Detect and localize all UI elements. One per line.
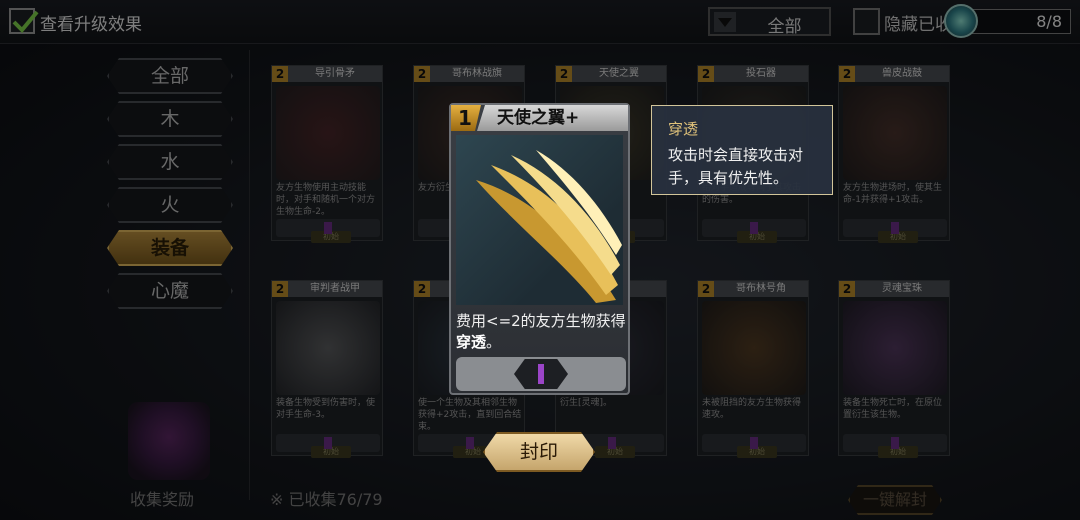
card-name: 天使之翼 — [572, 66, 666, 82]
card-name: 哥布林号角 — [714, 281, 808, 297]
card-footer: 初始 — [702, 219, 806, 243]
card-0[interactable]: 2 导引骨矛 友方生物使用主动技能时，对手和随机一个对方生物生命-2。 初始 — [271, 65, 383, 243]
card-9[interactable]: 2 灵魂宝珠 装备生物死亡时，在原位置衍生该生物。 初始 — [838, 280, 950, 458]
category-equipment[interactable]: 装备 — [107, 230, 233, 266]
hide-collected-checkbox[interactable] — [853, 8, 880, 35]
card-tag: 初始 — [595, 446, 635, 458]
card-5[interactable]: 2 审判者战甲 装备生物受到伤害时，使对手生命-3。 初始 — [271, 280, 383, 458]
card-footer: 初始 — [702, 434, 806, 458]
card-cost: 2 — [839, 281, 855, 297]
card-desc: 使一个生物及其相邻生物获得+2攻击，直到回合结束。 — [418, 398, 522, 432]
card-tag: 初始 — [878, 446, 918, 458]
show-upgrade-checkbox[interactable] — [9, 8, 39, 34]
keyword-penetrate[interactable]: 穿透 — [456, 333, 486, 351]
filter-value: 全部 — [767, 17, 802, 37]
card-desc: 未被阻挡的友方生物获得速攻。 — [702, 398, 802, 420]
card-cost: 2 — [698, 281, 714, 297]
card-cost: 2 — [839, 66, 855, 82]
drum-art — [843, 86, 947, 180]
focused-card-desc: 费用<=2的友方生物获得穿透。 — [456, 311, 626, 353]
card-name: 哥布林战旗 — [430, 66, 524, 82]
category-wood[interactable]: 木 — [107, 101, 233, 137]
card-cost: 2 — [414, 281, 430, 297]
card-name: 导引骨矛 — [288, 66, 382, 82]
card-desc: 装备生物死亡时，在原位置衍生该生物。 — [843, 398, 943, 420]
card-desc: 装备生物受到伤害时，使对手生命-3。 — [276, 398, 376, 420]
category-all[interactable]: 全部 — [107, 58, 233, 94]
gem-icon — [944, 4, 978, 38]
desc-end: 。 — [486, 333, 502, 351]
card-8[interactable]: 2 哥布林号角 未被阻挡的友方生物获得速攻。 初始 — [697, 280, 809, 458]
focused-card-cost-badge: 1 — [451, 105, 481, 131]
card-cost: 2 — [698, 66, 714, 82]
horn-art — [702, 301, 806, 395]
focused-card-footer — [456, 357, 626, 391]
category-fire[interactable]: 火 — [107, 187, 233, 223]
card-name: 审判者战甲 — [288, 281, 382, 297]
focused-card-cost: 1 — [458, 106, 472, 130]
card-footer: 初始 — [276, 434, 380, 458]
card-tag: 初始 — [878, 231, 918, 243]
card-cost: 2 — [414, 66, 430, 82]
card-name: 投石器 — [714, 66, 808, 82]
orb-art — [843, 301, 947, 395]
spear-art — [276, 86, 380, 180]
collect-reward-label[interactable]: 收集奖励 — [130, 486, 194, 510]
card-tag: 初始 — [311, 446, 351, 458]
show-upgrade-label: 查看升级效果 — [40, 15, 142, 35]
card-cost: 2 — [272, 281, 288, 297]
focused-card-title: 天使之翼+ — [477, 105, 628, 131]
armor-art — [276, 301, 380, 395]
dagger-icon — [538, 364, 544, 384]
top-bar: 查看升级效果 全部 隐藏已收 8/8 — [0, 0, 1080, 44]
card-name: 兽皮战鼓 — [855, 66, 949, 82]
category-demon[interactable]: 心魔 — [107, 273, 233, 309]
triangle-down-icon — [714, 12, 736, 32]
card-footer: 初始 — [843, 434, 947, 458]
card-counter: 8/8 — [965, 9, 1071, 34]
card-tag: 初始 — [737, 231, 777, 243]
card-tag: 初始 — [311, 231, 351, 243]
seal-button[interactable]: 封印 — [483, 432, 595, 472]
card-tag: 初始 — [737, 446, 777, 458]
card-counter-text: 8/8 — [1036, 12, 1062, 31]
card-desc: 友方生物进场时，使其生命-1并获得+1攻击。 — [843, 183, 943, 205]
card-cost: 2 — [272, 66, 288, 82]
card-desc: 友方生物使用主动技能时，对手和随机一个对方生物生命-2。 — [276, 183, 376, 217]
unseal-all-button[interactable]: 一键解封 — [848, 485, 942, 515]
card-name: 灵魂宝珠 — [855, 281, 949, 297]
card-footer: 初始 — [843, 219, 947, 243]
tooltip-title: 穿透 — [668, 120, 699, 138]
card-desc: 衍生[灵魂]。 — [560, 398, 613, 408]
keyword-tooltip: 穿透 攻击时会直接攻击对手，具有优先性。 — [651, 105, 833, 195]
wing-icon — [476, 150, 622, 303]
card-footer: 初始 — [276, 219, 380, 243]
filter-dropdown[interactable]: 全部 — [708, 7, 831, 37]
collected-count: ※ 已收集76/79 — [270, 490, 383, 509]
checkmark-icon — [12, 10, 39, 33]
desc-text: 费用<=2的友方生物获得 — [456, 312, 626, 330]
angel-wing-art — [456, 135, 623, 305]
card-cost: 2 — [556, 66, 572, 82]
card-4[interactable]: 2 兽皮战鼓 友方生物进场时，使其生命-1并获得+1攻击。 初始 — [838, 65, 950, 243]
reward-chest-icon[interactable] — [128, 402, 210, 480]
focused-card[interactable]: 1 天使之翼+ 费用<=2的友方生物获得穿透。 — [449, 103, 630, 395]
category-water[interactable]: 水 — [107, 144, 233, 180]
tooltip-desc: 攻击时会直接攻击对手，具有优先性。 — [668, 146, 804, 187]
